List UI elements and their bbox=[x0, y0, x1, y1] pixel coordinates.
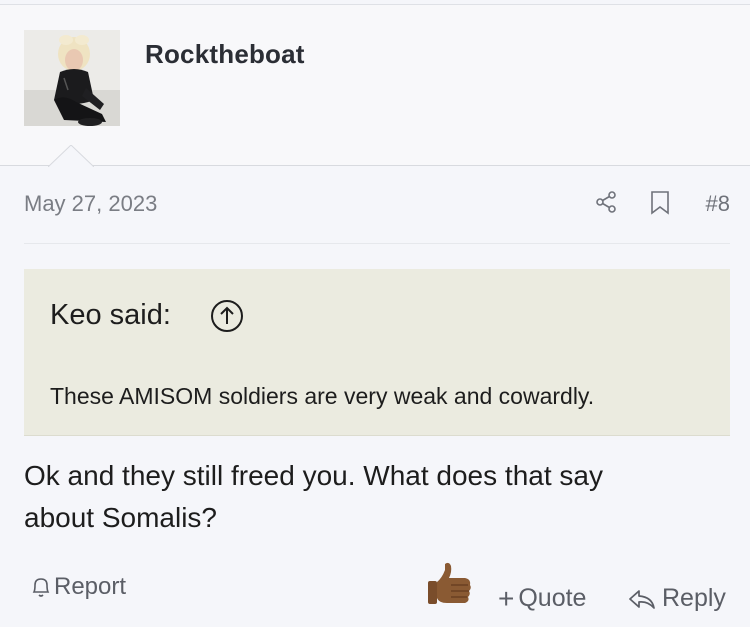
quote-attribution[interactable]: Keo said: bbox=[50, 299, 171, 332]
post-number-link[interactable]: #8 bbox=[706, 191, 730, 217]
share-icon[interactable] bbox=[594, 190, 618, 214]
header-pointer bbox=[48, 145, 94, 167]
post-body: Ok and they still freed you. What does t… bbox=[24, 455, 714, 539]
avatar[interactable] bbox=[24, 30, 120, 126]
bell-icon bbox=[32, 578, 50, 597]
quote-button[interactable]: + Quote bbox=[498, 584, 586, 613]
post-body-line: Ok and they still freed you. What does t… bbox=[24, 460, 603, 491]
reply-label: Reply bbox=[662, 584, 726, 612]
quote-label: Quote bbox=[518, 584, 587, 612]
report-button[interactable]: Report bbox=[30, 572, 126, 602]
meta-divider bbox=[24, 243, 730, 244]
post-date[interactable]: May 27, 2023 bbox=[24, 191, 157, 217]
reply-arrow-icon bbox=[629, 589, 655, 609]
report-label: Report bbox=[54, 573, 127, 600]
bookmark-icon[interactable] bbox=[649, 190, 671, 216]
forum-post: Rocktheboat May 27, 2023 #8 Keo said: Th… bbox=[0, 0, 750, 627]
user-header: Rocktheboat bbox=[0, 5, 750, 166]
arrow-up-circle-icon[interactable] bbox=[210, 299, 244, 333]
quote-text: These AMISOM soldiers are very weak and … bbox=[50, 383, 595, 409]
quote-block: Keo said: These AMISOM soldiers are very… bbox=[24, 269, 730, 436]
username[interactable]: Rocktheboat bbox=[145, 39, 305, 70]
post-meta: May 27, 2023 #8 bbox=[24, 187, 730, 221]
reply-button[interactable]: Reply bbox=[628, 584, 726, 613]
thumbs-up-emoji-icon[interactable] bbox=[425, 558, 477, 610]
plus-icon: + bbox=[498, 583, 515, 614]
post-body-line: about Somalis? bbox=[24, 502, 218, 533]
